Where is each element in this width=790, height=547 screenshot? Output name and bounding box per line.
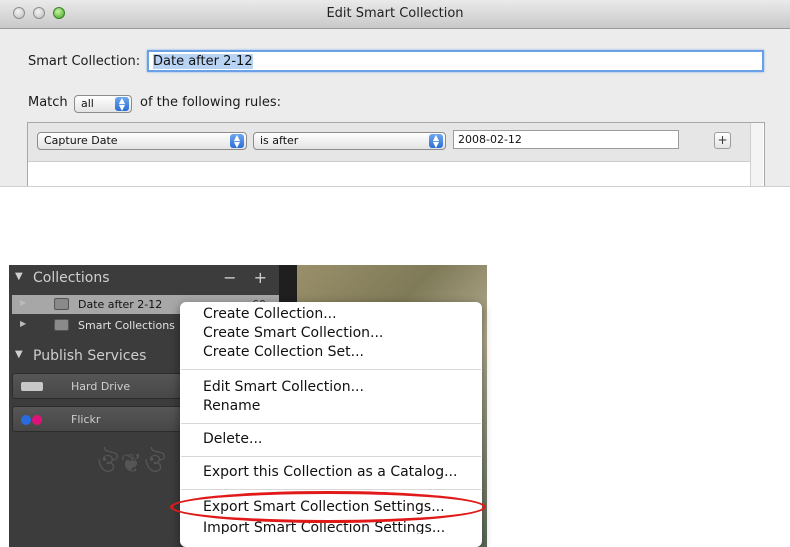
menu-item-delete[interactable]: Delete... [203,431,262,447]
smart-collection-name-value: Date after 2-12 [153,54,253,69]
popup-arrows-icon: ▲ ▼ [429,134,443,149]
expand-triangle-icon: ▼ [15,271,23,282]
publish-service-label: Hard Drive [71,380,131,393]
disclosure-triangle-icon: ▶ [20,298,27,307]
collections-add-remove-icon[interactable]: − + [223,268,273,287]
menu-item-rename[interactable]: Rename [203,398,260,414]
publish-services-title: Publish Services [33,348,147,364]
menu-item-create-smart-collection[interactable]: Create Smart Collection... [203,325,383,341]
add-rule-button[interactable]: + [714,132,731,149]
rule-value-input[interactable]: 2008-02-12 [453,130,679,149]
hard-drive-icon [21,382,43,391]
edit-smart-collection-dialog: Edit Smart Collection Smart Collection: … [0,0,790,187]
match-suffix-label: of the following rules: [140,95,282,110]
rule-operator-select[interactable]: is after ▲ ▼ [253,132,446,150]
highlight-annotation-ellipse [170,491,486,523]
publish-service-label: Flickr [71,413,101,426]
menu-item-edit-smart-collection[interactable]: Edit Smart Collection... [203,379,364,395]
collection-label: Smart Collections [78,319,175,332]
menu-separator [181,369,481,370]
collections-title: Collections [33,270,110,286]
match-select-value: all [81,97,94,110]
collections-header[interactable]: ▼ Collections − + [9,268,279,290]
match-label: Match [28,95,68,110]
disclosure-triangle-icon: ▶ [20,319,27,328]
menu-item-create-collection-set[interactable]: Create Collection Set... [203,344,364,360]
rule-field-value: Capture Date [44,134,118,147]
rules-scrollbar[interactable] [750,123,763,186]
menu-separator [181,489,481,490]
smart-collection-label: Smart Collection: [28,54,141,69]
collection-set-icon [54,319,69,331]
flickr-icon [21,415,45,425]
menu-separator [181,456,481,457]
menu-separator [181,423,481,424]
popup-arrows-icon: ▲ ▼ [230,134,244,149]
menu-item-export-catalog[interactable]: Export this Collection as a Catalog... [203,464,457,480]
titlebar: Edit Smart Collection [0,0,790,29]
window-title: Edit Smart Collection [326,6,464,21]
smart-collection-icon [54,298,69,310]
panel-end-ornament: ঔ❦ঔ [97,449,168,479]
expand-triangle-icon: ▼ [15,349,23,360]
collection-label: Date after 2-12 [78,298,163,311]
rule-field-select[interactable]: Capture Date ▲ ▼ [37,132,247,150]
rule-operator-value: is after [260,134,299,147]
smart-collection-name-input[interactable]: Date after 2-12 [147,50,764,72]
menu-item-create-collection[interactable]: Create Collection... [203,306,337,322]
popup-arrows-icon: ▲ ▼ [115,97,129,112]
match-select[interactable]: all ▲ ▼ [74,95,132,113]
